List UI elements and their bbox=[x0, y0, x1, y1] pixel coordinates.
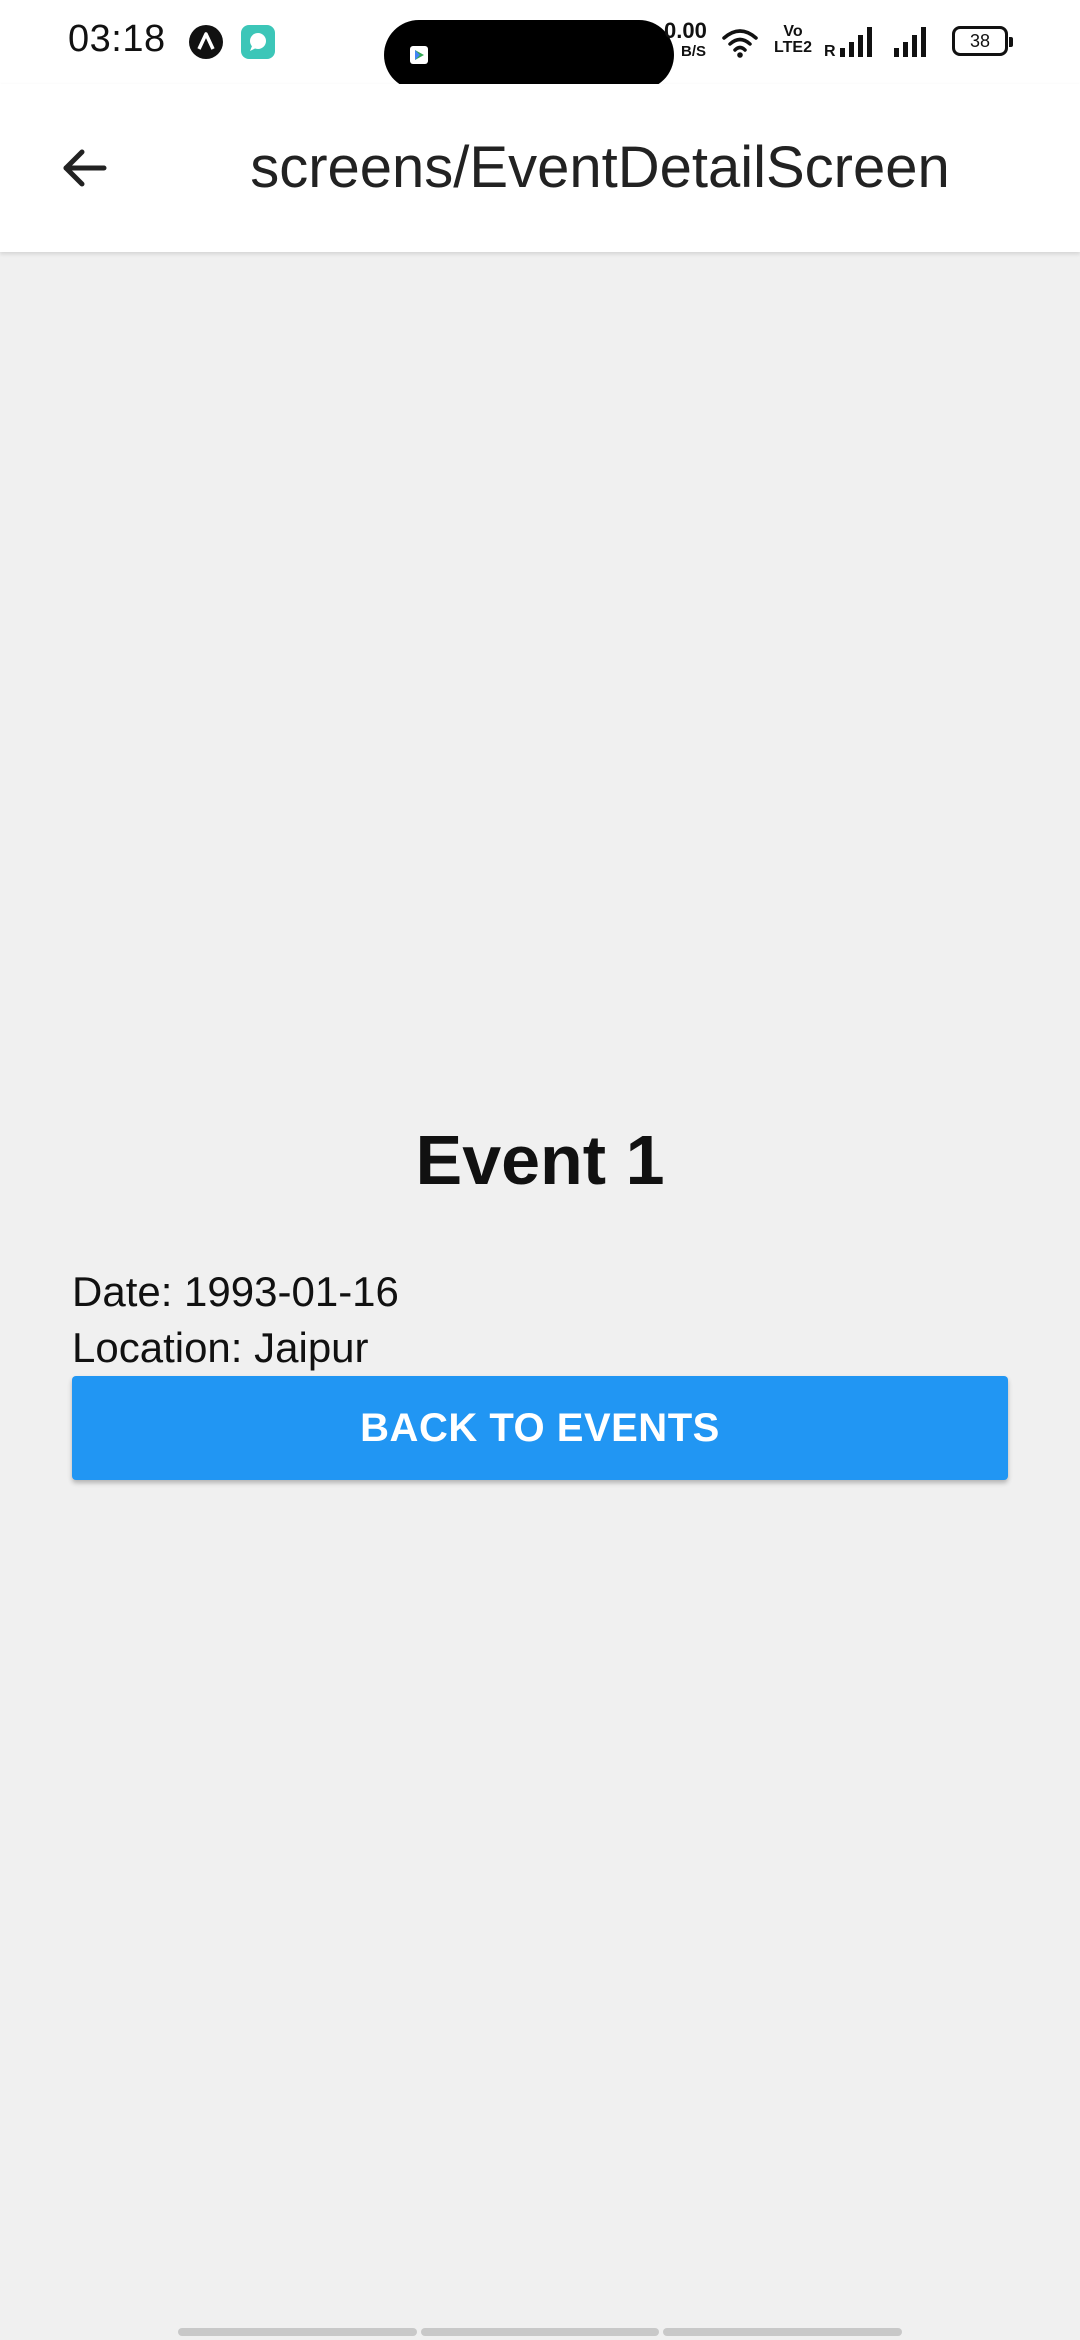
a-letter-icon bbox=[188, 24, 224, 60]
nav-segment bbox=[663, 2328, 903, 2336]
back-to-events-button[interactable]: BACK TO EVENTS bbox=[72, 1376, 1008, 1480]
volte-indicator: Vo LTE2 bbox=[774, 24, 812, 56]
event-date: Date: 1993-01-16 bbox=[72, 1268, 399, 1315]
signal-2-icon bbox=[892, 24, 936, 60]
wifi-icon bbox=[720, 24, 760, 60]
chat-bubble-icon bbox=[240, 24, 276, 60]
page-title: screens/EventDetailScreen bbox=[250, 135, 950, 200]
nav-segment bbox=[178, 2328, 417, 2336]
camera-cutout-pill bbox=[384, 20, 674, 90]
back-arrow-button[interactable] bbox=[44, 128, 124, 208]
arrow-left-icon bbox=[63, 149, 107, 187]
volte-top: Vo bbox=[783, 23, 803, 40]
volte-bottom: LTE2 bbox=[774, 39, 812, 56]
event-title: Event 1 bbox=[415, 1121, 665, 1199]
battery-level: 38 bbox=[969, 30, 991, 51]
nav-segment bbox=[420, 2328, 660, 2336]
event-location: Location: Jaipur bbox=[72, 1324, 369, 1371]
play-store-icon bbox=[410, 46, 428, 64]
roaming-label: R bbox=[824, 43, 836, 60]
battery-icon: 38 bbox=[952, 26, 1013, 56]
app-bar: screens/EventDetailScreen bbox=[0, 84, 1080, 252]
network-speed-unit: B/S bbox=[680, 43, 706, 60]
signal-1-icon: R bbox=[822, 24, 882, 60]
gesture-nav-bar[interactable] bbox=[178, 2328, 903, 2336]
network-speed-value: 0.00 bbox=[664, 18, 707, 43]
status-time: 03:18 bbox=[68, 18, 166, 60]
network-speed: 0.00 B/S bbox=[664, 18, 707, 60]
status-bar: 03:18 0.00 B/S Vo LTE2 R 38 bbox=[0, 0, 1080, 90]
